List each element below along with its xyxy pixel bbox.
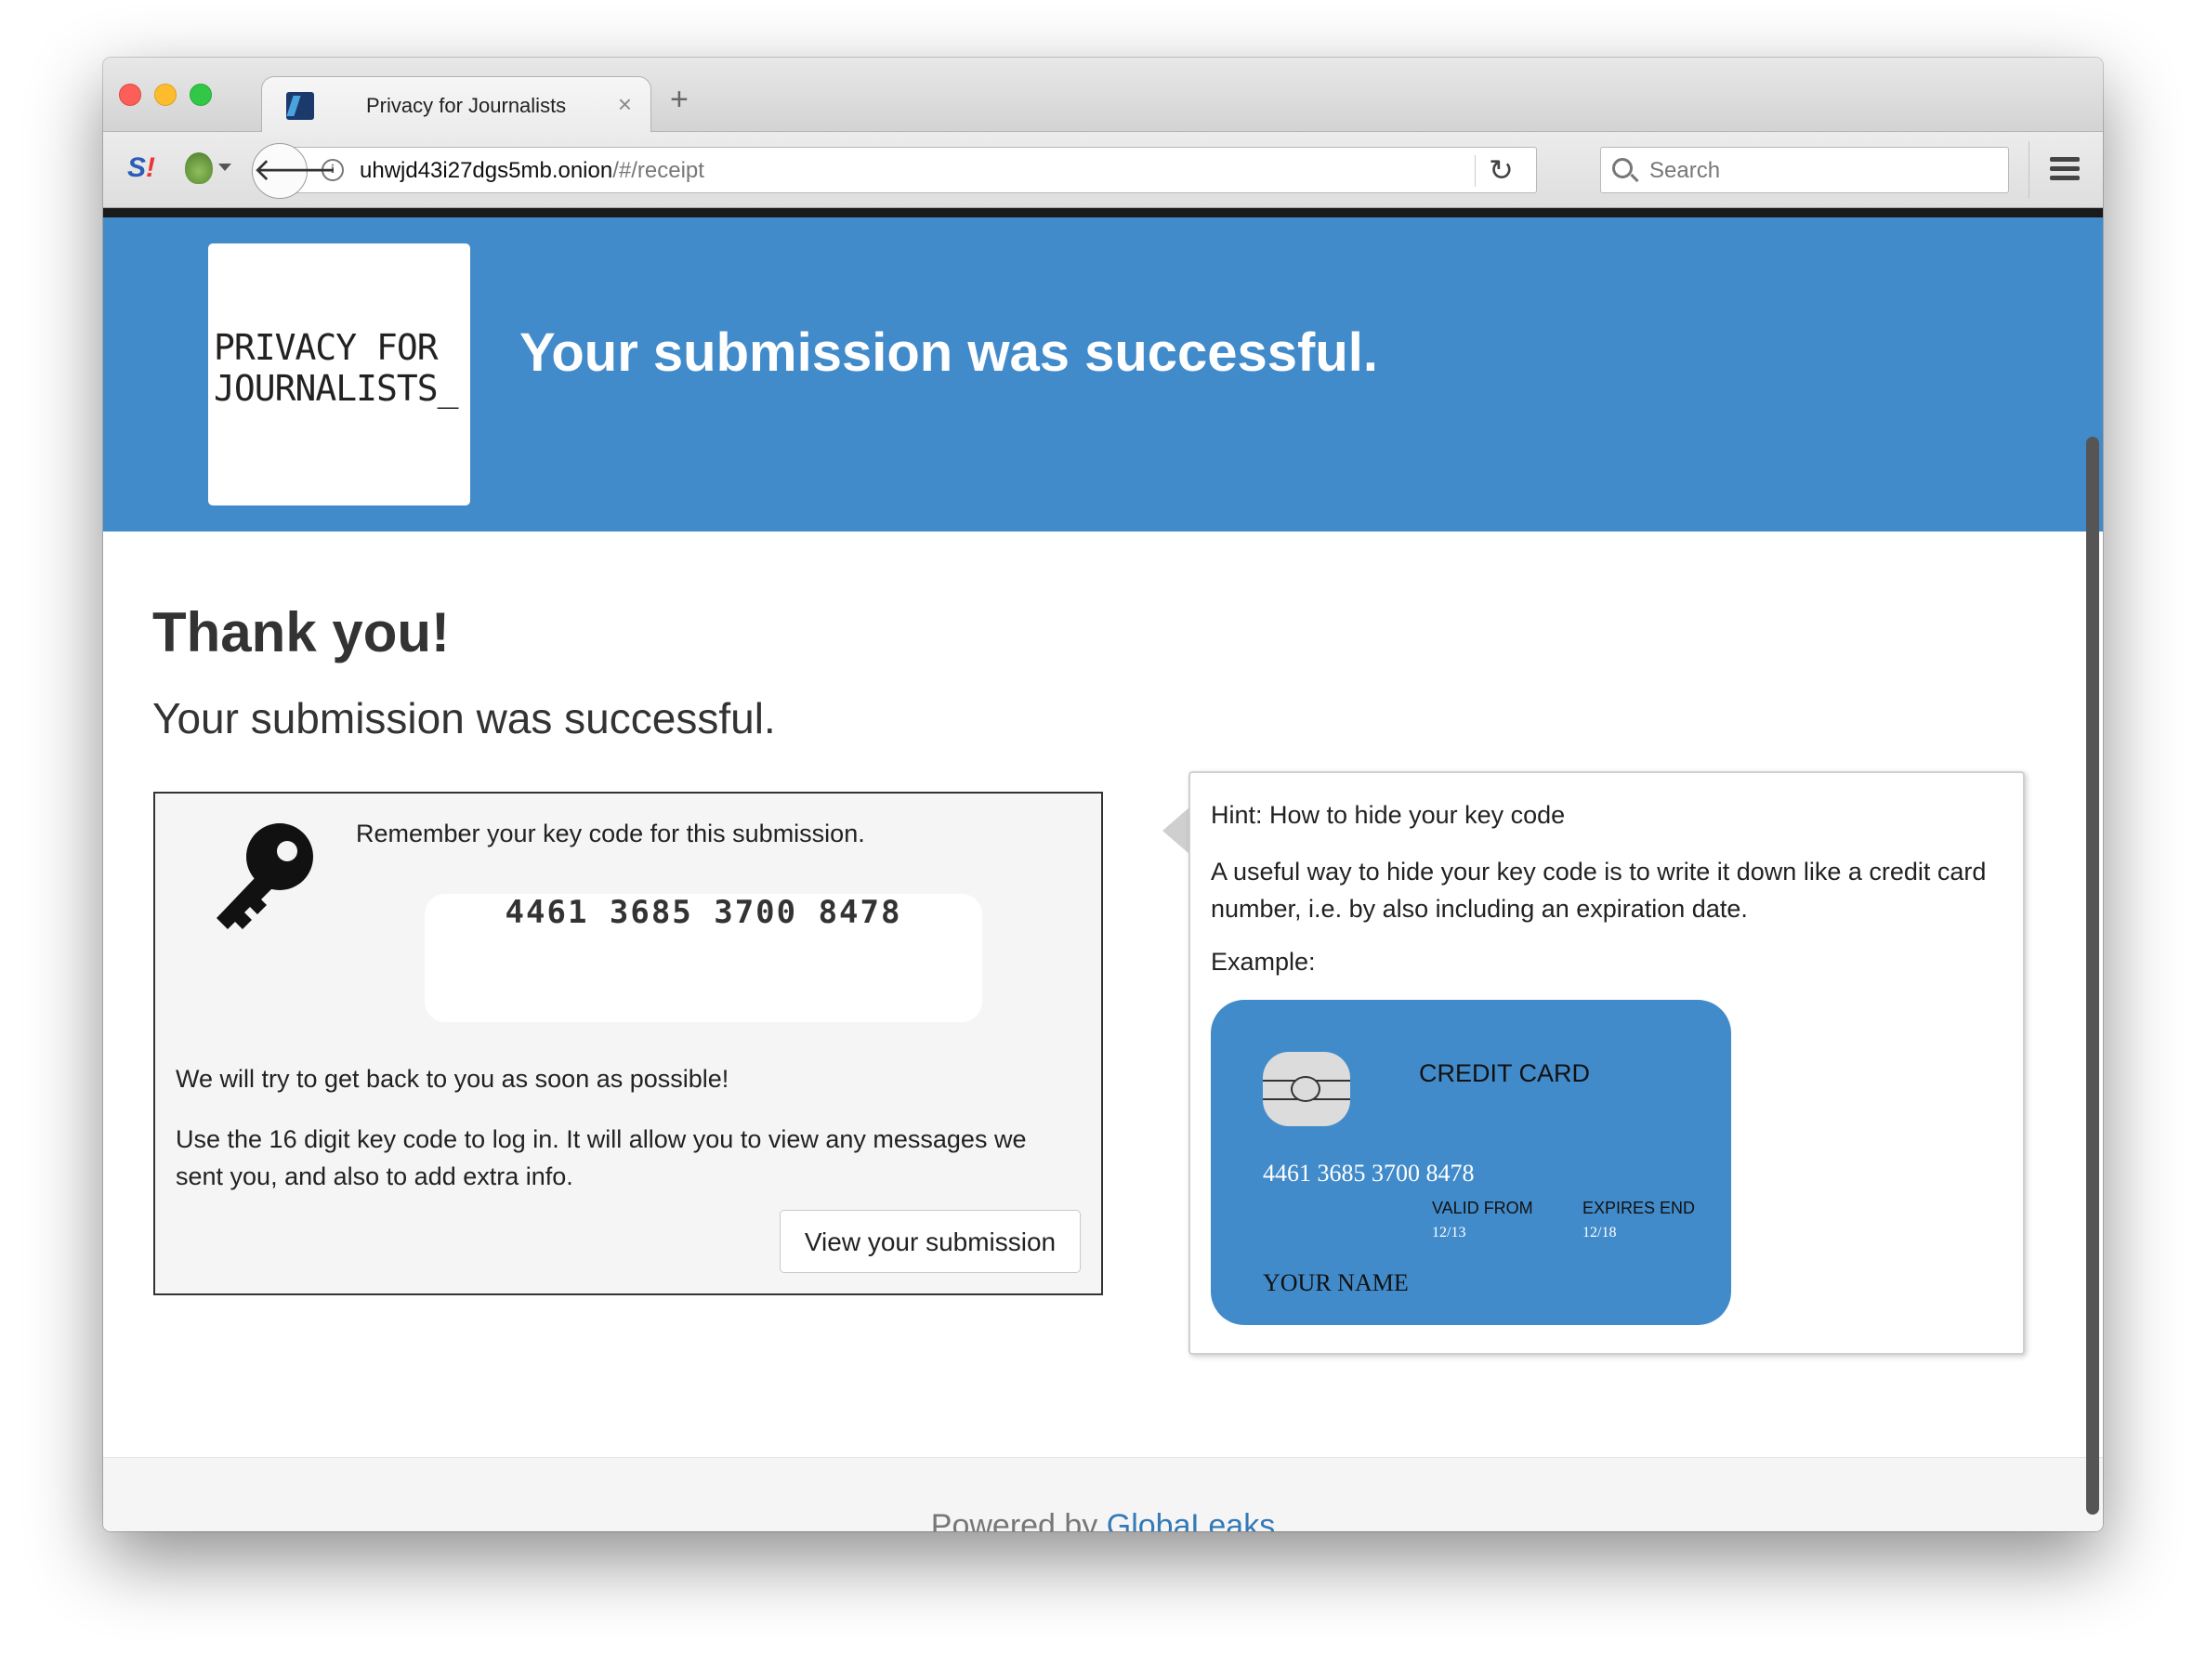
card-number: 4461 3685 3700 8478 (1263, 1160, 1475, 1187)
logo-line-1: PRIVACY FOR (214, 327, 439, 368)
card-label: CREDIT CARD (1419, 1059, 1591, 1087)
tab-close-icon[interactable]: × (618, 90, 632, 119)
search-bar[interactable]: Search (1600, 147, 2009, 193)
key-usage-text: Use the 16 digit key code to log in. It … (176, 1125, 1027, 1190)
title-bar: Privacy for Journalists × + (103, 58, 2103, 134)
url-text[interactable]: uhwjd43i27dgs5mb.onion/#/receipt (360, 158, 704, 184)
search-icon (1612, 158, 1633, 178)
tab-title: Privacy for Journalists (366, 94, 567, 117)
view-submission-button[interactable]: View your submission (780, 1210, 1081, 1273)
logo-text: PRIVACY FOR JOURNALISTS_ (214, 327, 474, 409)
chevron-down-icon[interactable] (218, 164, 231, 171)
logo-line-2: JOURNALISTS_ (214, 368, 459, 409)
header-title: Your submission was successful. (519, 322, 1379, 383)
close-window-button[interactable] (119, 84, 141, 106)
expires-label: EXPIRES END (1582, 1199, 1696, 1217)
globaleaks-link[interactable]: GlobaLeaks (1107, 1508, 1275, 1531)
search-input[interactable]: Search (1649, 158, 1720, 184)
valid-from-label: VALID FROM (1432, 1199, 1533, 1217)
expires-value: 12/18 (1582, 1225, 1617, 1240)
site-logo[interactable]: PRIVACY FOR JOURNALISTS_ (208, 243, 470, 505)
page-subtitle: Your submission was successful. (152, 694, 776, 742)
hint-title: Hint: How to hide your key code (1211, 801, 1566, 829)
back-button[interactable]: 🡐 (252, 143, 337, 199)
site-header: PRIVACY FOR JOURNALISTS_ Your submission… (103, 217, 2103, 532)
card-name: YOUR NAME (1263, 1269, 1409, 1296)
hint-panel: Hint: How to hide your key code A useful… (1188, 771, 2025, 1355)
card-chip-icon (1263, 1052, 1350, 1126)
url-host: uhwjd43i27dgs5mb.onion (360, 158, 613, 183)
reload-icon[interactable]: ↻ (1489, 152, 1514, 188)
url-bar[interactable]: i uhwjd43i27dgs5mb.onion/#/receipt ↻ (280, 147, 1537, 193)
browser-tab[interactable]: Privacy for Journalists × (261, 76, 651, 134)
zoom-window-button[interactable] (190, 84, 212, 106)
noscript-icon[interactable]: S! (127, 152, 155, 184)
footer-text: Powered by GlobaLeaks (103, 1508, 2103, 1531)
key-code-panel: Remember your key code for this submissi… (153, 792, 1103, 1295)
navigation-toolbar: S! i uhwjd43i27dgs5mb.onion/#/receipt ↻ … (103, 132, 2103, 208)
page-top-border (103, 208, 2103, 217)
hint-body: A useful way to hide your key code is to… (1211, 858, 1987, 923)
url-path: /#/receipt (612, 158, 704, 183)
remember-text: Remember your key code for this submissi… (356, 820, 865, 847)
page-content: PRIVACY FOR JOURNALISTS_ Your submission… (103, 217, 2103, 1531)
back-soon-text: We will try to get back to you as soon a… (176, 1065, 729, 1093)
powered-by-text: Powered by (930, 1508, 1098, 1531)
hint-pointer (1162, 807, 1190, 855)
example-label: Example: (1211, 948, 1316, 976)
tor-onion-icon[interactable] (185, 152, 213, 184)
scrollbar[interactable] (2086, 437, 2099, 1515)
minimize-window-button[interactable] (154, 84, 177, 106)
new-tab-button[interactable]: + (670, 84, 689, 115)
key-code[interactable]: 4461 3685 3700 8478 (425, 894, 982, 1022)
page-title: Thank you! (152, 601, 451, 663)
back-arrow-icon: 🡐 (253, 152, 338, 188)
credit-card-example: CREDIT CARD 4461 3685 3700 8478 VALID FR… (1211, 1000, 1731, 1325)
valid-from-value: 12/13 (1432, 1225, 1466, 1240)
key-icon (217, 823, 313, 929)
hamburger-menu-icon[interactable] (2050, 157, 2080, 181)
browser-window: Privacy for Journalists × + S! i uhwjd43… (103, 58, 2103, 1531)
site-favicon-icon (286, 92, 314, 120)
url-divider (1475, 155, 1476, 187)
